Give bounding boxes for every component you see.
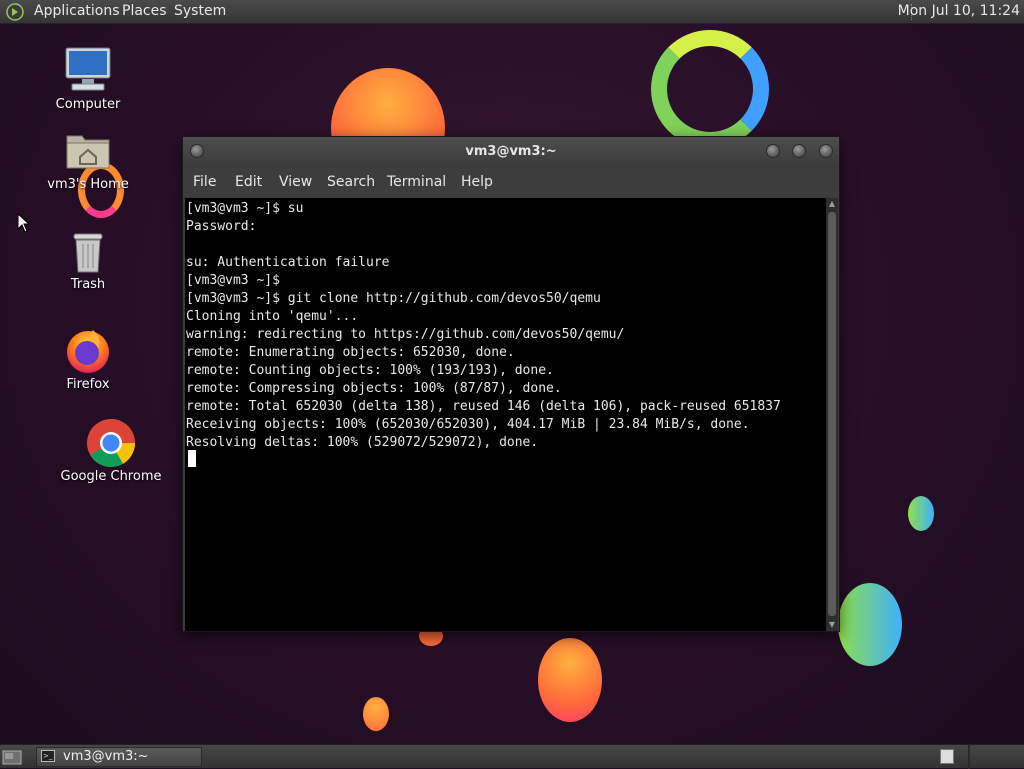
taskbar-item-label: vm3@vm3:~ xyxy=(63,749,149,764)
trash-icon xyxy=(73,233,103,273)
desktop-icon-label: Trash xyxy=(70,277,106,292)
desktop-icon-firefox[interactable]: Firefox xyxy=(40,326,136,396)
wallpaper-orb-small xyxy=(363,697,389,731)
scroll-down-icon[interactable]: ▼ xyxy=(826,619,838,631)
home-folder-icon xyxy=(66,135,110,169)
taskbar-item-terminal[interactable]: >_ vm3@vm3:~ xyxy=(36,747,202,767)
firefox-icon xyxy=(67,330,109,373)
menu-edit[interactable]: Edit xyxy=(235,174,262,190)
terminal-window[interactable]: vm3@vm3:~ File Edit View Search Terminal… xyxy=(182,136,840,632)
menu-help[interactable]: Help xyxy=(461,174,493,190)
distro-logo-icon[interactable] xyxy=(6,3,24,21)
desktop-icon-chrome[interactable]: Google Chrome xyxy=(56,418,166,488)
desktop-icon-label: Computer xyxy=(55,97,121,112)
show-desktop-icon[interactable] xyxy=(2,748,22,765)
text-cursor xyxy=(188,450,196,467)
panel-separator xyxy=(968,745,970,769)
terminal-text: [vm3@vm3 ~]$ su Password: su: Authentica… xyxy=(186,201,781,450)
menu-view[interactable]: View xyxy=(279,174,312,190)
menu-search[interactable]: Search xyxy=(327,174,375,190)
wallpaper-orb-bottom xyxy=(538,638,602,722)
desktop-icon-label: Google Chrome xyxy=(60,469,162,484)
chrome-icon xyxy=(87,419,135,468)
menu-file[interactable]: File xyxy=(193,174,216,190)
desktop-icon-label: vm3's Home xyxy=(47,177,129,192)
terminal-output[interactable]: [vm3@vm3 ~]$ su Password: su: Authentica… xyxy=(185,198,826,631)
desktop-icon-trash[interactable]: Trash xyxy=(40,228,136,298)
workspace-switcher[interactable] xyxy=(940,749,954,764)
terminal-scrollbar[interactable]: ▲ ▼ xyxy=(826,198,838,631)
wallpaper-orb-right xyxy=(838,583,902,666)
clock[interactable]: Mon Jul 10, 11:24 xyxy=(898,3,1020,19)
menu-places[interactable]: Places xyxy=(122,3,167,19)
terminal-menubar: File Edit View Search Terminal Help xyxy=(183,167,839,197)
minimize-button[interactable] xyxy=(766,144,780,158)
computer-icon xyxy=(65,47,111,91)
menu-terminal[interactable]: Terminal xyxy=(387,174,446,190)
desktop-icon-computer[interactable]: Computer xyxy=(40,46,136,116)
wallpaper-orb-right-small xyxy=(908,496,934,531)
mouse-pointer-icon xyxy=(17,213,29,233)
desktop-icon-home[interactable]: vm3's Home xyxy=(40,128,136,198)
top-panel: Applications Places System Mon Jul 10, 1… xyxy=(0,0,1024,24)
scroll-thumb[interactable] xyxy=(828,212,836,616)
terminal-icon: >_ xyxy=(41,750,55,762)
menu-applications[interactable]: Applications xyxy=(34,3,120,19)
desktop-icon-label: Firefox xyxy=(66,377,110,392)
menu-system[interactable]: System xyxy=(174,3,226,19)
close-button[interactable] xyxy=(819,144,833,158)
scroll-up-icon[interactable]: ▲ xyxy=(826,198,838,210)
bottom-panel: >_ vm3@vm3:~ xyxy=(0,744,1024,769)
window-titlebar[interactable]: vm3@vm3:~ xyxy=(183,137,839,167)
wallpaper-ring xyxy=(651,30,769,148)
window-title: vm3@vm3:~ xyxy=(465,144,557,159)
maximize-button[interactable] xyxy=(792,144,806,158)
